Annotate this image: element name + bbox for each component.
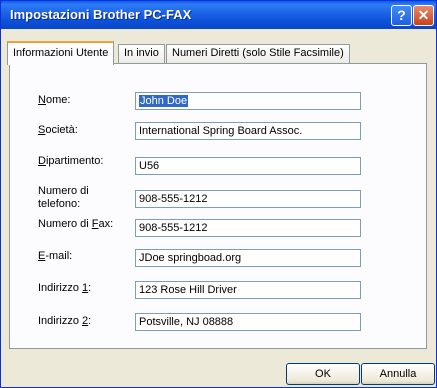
- name-value: John Doe: [139, 95, 189, 107]
- name-label: Nome:: [38, 94, 71, 106]
- name-field[interactable]: John Doe: [135, 92, 361, 110]
- title-bar[interactable]: Impostazioni Brother PC-FAX ? ✕: [1, 1, 436, 29]
- window-title: Impostazioni Brother PC-FAX: [10, 7, 192, 22]
- ok-button[interactable]: OK: [286, 363, 360, 385]
- department-label: Dipartimento:: [38, 155, 104, 167]
- email-label: E-mail:: [38, 250, 73, 262]
- email-field[interactable]: JDoe springboad.org: [135, 249, 361, 267]
- tab-in-invio[interactable]: In invio: [118, 44, 165, 63]
- tab-informazioni-utente[interactable]: Informazioni Utente: [7, 41, 115, 65]
- phone-label: Numero di telefono:: [38, 185, 89, 210]
- phone-field[interactable]: 908-555-1212: [135, 190, 361, 208]
- address1-field[interactable]: 123 Rose Hill Driver: [135, 281, 361, 299]
- fax-field[interactable]: 908-555-1212: [135, 219, 361, 237]
- settings-dialog: Impostazioni Brother PC-FAX ? ✕ Informaz…: [0, 0, 437, 388]
- department-field[interactable]: U56: [135, 157, 361, 175]
- close-button[interactable]: ✕: [413, 5, 434, 26]
- company-field[interactable]: International Spring Board Assoc.: [135, 122, 361, 140]
- address2-field[interactable]: Potsville, NJ 08888: [135, 313, 361, 331]
- address1-label: Indirizzo 1:: [38, 282, 92, 294]
- cancel-button[interactable]: Annulla: [361, 363, 435, 385]
- address2-label: Indirizzo 2:: [38, 315, 92, 327]
- tab-numeri-diretti[interactable]: Numeri Diretti (solo Stile Facsimile): [166, 44, 350, 63]
- help-button[interactable]: ?: [391, 5, 412, 26]
- fax-label: Numero di Fax:: [38, 218, 114, 230]
- company-label: Società:: [38, 124, 78, 136]
